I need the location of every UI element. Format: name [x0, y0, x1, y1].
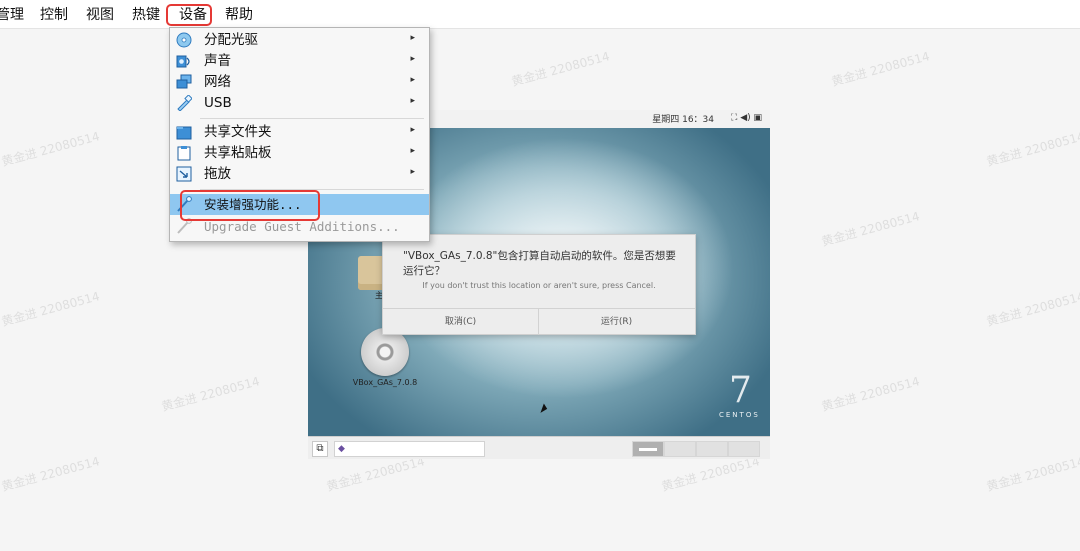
taskbar-window-entry[interactable]: ◆: [334, 441, 485, 457]
dialog-hint: If you don't trust this location or aren…: [422, 281, 656, 290]
workspace-3[interactable]: [696, 441, 728, 457]
menu-item-label: 共享粘贴板: [204, 145, 272, 161]
submenu-arrow-icon: ▸: [410, 75, 415, 85]
menu-item-drag-drop[interactable]: 拖放 ▸: [170, 164, 429, 185]
devices-menu: 分配光驱 ▸ 声音 ▸ 网络 ▸ USB ▸ 共享文件夹 ▸ 共享粘贴板 ▸ 拖…: [169, 27, 430, 242]
submenu-arrow-icon: ▸: [410, 54, 415, 64]
watermark: 黄金进 22080514: [0, 129, 102, 169]
dialog-button-row: 取消(C) 运行(R): [383, 308, 695, 335]
autorun-dialog: "VBox_GAs_7.0.8"包含打算自动启动的软件。您是否想要运行它？ If…: [382, 234, 696, 335]
watermark: 黄金进 22080514: [820, 374, 922, 414]
guest-taskbar: ⧉ ◆: [308, 436, 770, 459]
menu-item-usb[interactable]: USB ▸: [170, 93, 429, 114]
devices-highlight-box: [166, 4, 212, 26]
workspace-2[interactable]: [664, 441, 696, 457]
watermark: 黄金进 22080514: [985, 129, 1080, 169]
watermark: 黄金进 22080514: [0, 454, 102, 494]
guest-clock: 星期四 16：34: [652, 115, 714, 125]
show-desktop-icon[interactable]: ⧉: [312, 441, 328, 457]
audio-icon: [176, 55, 190, 68]
window-entry-icon: ◆: [338, 444, 345, 454]
disc-icon: [361, 328, 409, 376]
menu-view[interactable]: 视图: [86, 6, 114, 24]
drag-drop-icon: [176, 166, 192, 182]
menu-bar: 管理 控制 视图 热键 设备 帮助: [0, 0, 1080, 29]
submenu-arrow-icon: ▸: [410, 167, 415, 177]
watermark: 黄金进 22080514: [0, 289, 102, 329]
menu-item-label: 声音: [204, 53, 231, 69]
menu-item-audio[interactable]: 声音 ▸: [170, 51, 429, 72]
menu-item-label: 分配光驱: [204, 32, 258, 48]
optical-drive-icon: [176, 32, 192, 48]
usb-icon: [177, 95, 192, 111]
menu-help[interactable]: 帮助: [225, 6, 253, 24]
menu-manage[interactable]: 管理: [0, 6, 24, 24]
submenu-arrow-icon: ▸: [410, 125, 415, 135]
menu-item-optical-drive[interactable]: 分配光驱 ▸: [170, 30, 429, 51]
menu-item-label: 共享文件夹: [204, 124, 272, 140]
workspace-4[interactable]: [728, 441, 760, 457]
watermark: 黄金进 22080514: [160, 374, 262, 414]
menu-item-label: 拖放: [204, 166, 231, 182]
watermark: 黄金进 22080514: [510, 49, 612, 89]
menu-separator: [200, 118, 424, 119]
centos-logo-number: 7: [729, 370, 752, 411]
menu-control[interactable]: 控制: [40, 6, 68, 24]
watermark: 黄金进 22080514: [820, 209, 922, 249]
watermark: 黄金进 22080514: [985, 289, 1080, 329]
menu-item-shared-clipboard[interactable]: 共享粘贴板 ▸: [170, 143, 429, 164]
menu-item-label: USB: [204, 95, 232, 111]
watermark: 黄金进 22080514: [985, 454, 1080, 494]
run-button[interactable]: 运行(R): [539, 309, 694, 335]
menu-hotkey[interactable]: 热键: [132, 6, 160, 24]
network-icon: [176, 74, 192, 89]
centos-logo-text: CENTOS: [719, 411, 760, 419]
menu-item-shared-folders[interactable]: 共享文件夹 ▸: [170, 122, 429, 143]
submenu-arrow-icon: ▸: [410, 96, 415, 106]
shared-folder-icon: [176, 126, 192, 140]
menu-item-network[interactable]: 网络 ▸: [170, 72, 429, 93]
clipboard-icon: [177, 146, 191, 161]
desktop-icon-vbox-disc[interactable]: VBox_GAs_7.0.8: [350, 328, 420, 387]
install-highlight-box: [180, 190, 320, 221]
guest-status-icons[interactable]: ⛶ ◀) ▣: [731, 113, 762, 123]
submenu-arrow-icon: ▸: [410, 146, 415, 156]
mouse-pointer-icon: [540, 403, 549, 415]
dialog-message: "VBox_GAs_7.0.8"包含打算自动启动的软件。您是否想要运行它？: [403, 250, 676, 277]
desktop-icon-label: VBox_GAs_7.0.8: [352, 378, 418, 387]
workspace-1[interactable]: [632, 441, 664, 457]
submenu-arrow-icon: ▸: [410, 33, 415, 43]
watermark: 黄金进 22080514: [830, 49, 932, 89]
menu-item-label: 网络: [204, 74, 231, 90]
cancel-button[interactable]: 取消(C): [383, 309, 539, 335]
